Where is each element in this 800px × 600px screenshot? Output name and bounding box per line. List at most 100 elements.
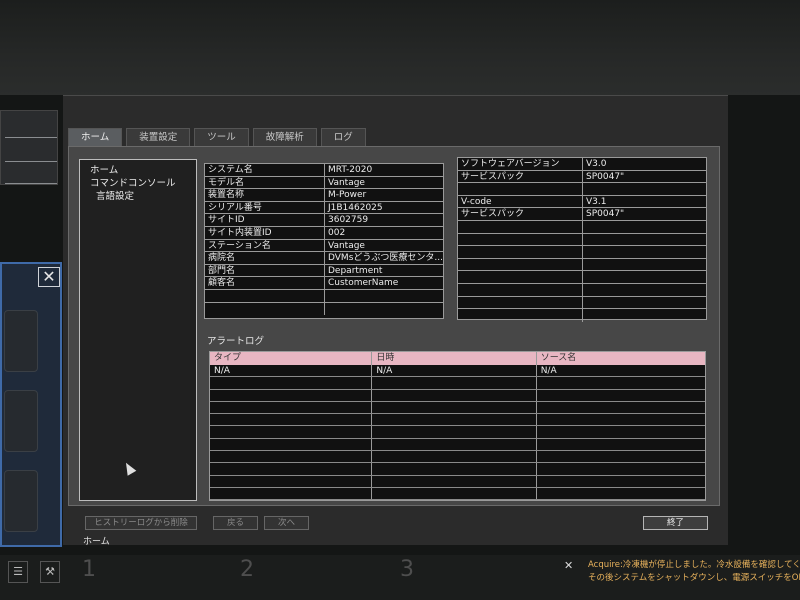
alarm-log-header: タイプ 日時 ソース名 [210, 352, 705, 365]
alarm-log-cell [372, 438, 537, 451]
alarm-log-cell [372, 389, 537, 401]
version-info-key [458, 220, 583, 233]
alarm-log-cell [537, 488, 705, 499]
version-info-row [458, 309, 706, 322]
version-info-key [458, 283, 583, 296]
version-info-value [583, 297, 706, 309]
system-info-key: 装置名称 [205, 189, 325, 201]
system-info-row [205, 289, 443, 303]
alarm-log-row[interactable] [210, 487, 705, 500]
back-button[interactable]: 戻る [213, 516, 258, 530]
alarm-log-cell [537, 439, 705, 450]
list-icon[interactable]: ☰ [8, 561, 28, 583]
close-icon[interactable]: ✕ [38, 267, 60, 287]
alarm-log-cell [210, 475, 373, 487]
system-info-row: 部門名 Department [205, 264, 443, 278]
delete-history-button[interactable]: ヒストリーログから削除 [85, 516, 197, 530]
alarm-log-cell [210, 377, 373, 389]
system-info-row: システム名 MRT-2020 [205, 164, 443, 177]
column-header-datetime[interactable]: 日時 [372, 352, 537, 365]
column-header-source[interactable]: ソース名 [537, 352, 705, 365]
version-info-row [458, 233, 706, 247]
alarm-log-row[interactable] [210, 377, 705, 390]
alarm-log-cell [372, 401, 537, 414]
alarm-log-cell [372, 451, 537, 463]
system-info-value: 002 [328, 227, 346, 238]
tab-tools[interactable]: ツール [194, 128, 249, 146]
step-3-label[interactable]: 3 [400, 557, 414, 582]
step-2-label[interactable]: 2 [240, 557, 254, 582]
next-button[interactable]: 次へ [264, 516, 309, 530]
nav-item-language[interactable]: 言語設定 [80, 190, 196, 203]
alarm-log-cell [210, 426, 373, 438]
tab-home[interactable]: ホーム [68, 128, 123, 146]
version-info-value: V3.0 [586, 159, 607, 169]
version-info-row [458, 283, 706, 297]
alarm-log-row[interactable] [210, 401, 705, 415]
system-info-value: M-Power [328, 190, 367, 201]
version-info-row: サービスパック SP0047" [458, 208, 706, 221]
system-info-key [205, 289, 325, 302]
version-info-value [583, 246, 706, 258]
version-info-key [458, 258, 583, 271]
version-info-row [458, 220, 706, 234]
background-window-edge [0, 110, 58, 185]
alarm-log-cell [372, 487, 537, 500]
system-info-row: 病院名 DVMsどうぶつ医療センタ... [205, 252, 443, 265]
version-info-value [583, 271, 706, 283]
thumbnail[interactable] [4, 470, 38, 532]
alarm-log-cell [372, 426, 537, 438]
thumbnail[interactable] [4, 390, 38, 452]
system-info-value: Vantage [328, 240, 365, 251]
alarm-log-cell [372, 377, 537, 389]
nav-list: ホーム コマンドコンソール 言語設定 [79, 159, 197, 501]
system-info-value [325, 303, 443, 316]
status-label: ホーム [83, 537, 110, 547]
version-info-key: サービスパック [458, 208, 583, 220]
system-info-value [325, 290, 443, 302]
notice-line: その後システムをシャットダウンし、電源スイッチをOFFにし [588, 573, 800, 583]
monitor-bezel [0, 0, 800, 95]
alarm-log-row[interactable] [210, 389, 705, 402]
system-notice: Acquire:冷凍機が停止しました。冷水設備を確認してく その後システムをシャ… [588, 559, 800, 585]
version-info-value: V3.1 [586, 196, 607, 207]
system-info-row: 装置名称 M-Power [205, 189, 443, 202]
version-info-value [583, 183, 706, 195]
tab-fault-analysis[interactable]: 故障解析 [252, 128, 317, 146]
close-icon[interactable]: ✕ [564, 559, 573, 572]
tab-device-settings[interactable]: 装置設定 [126, 128, 191, 146]
background-panel: ✕ [0, 262, 62, 547]
step-1-label[interactable]: 1 [82, 557, 96, 582]
thumbnail[interactable] [4, 310, 38, 372]
alarm-log-cell [537, 414, 705, 425]
system-info-row [205, 302, 443, 316]
version-info-key [458, 309, 583, 322]
nav-item-command-console[interactable]: コマンドコンソール [80, 177, 196, 190]
exit-button[interactable]: 終了 [643, 516, 708, 530]
tools-icon[interactable]: ⚒ [40, 561, 60, 583]
alarm-log-cell [372, 463, 537, 475]
system-info-table: システム名 MRT-2020 モデル名 Vantage 装置名称 M-Power シリアル番… [204, 163, 444, 319]
alarm-log-cell [537, 451, 705, 462]
alarm-log-row[interactable]: N/A N/A N/A [210, 365, 705, 378]
version-info-value [583, 234, 706, 246]
nav-item-home[interactable]: ホーム [80, 164, 196, 177]
alarm-log-cell [210, 438, 373, 451]
alarm-log-row[interactable] [210, 426, 705, 439]
alarm-log-row[interactable] [210, 451, 705, 464]
alarm-log-row[interactable] [210, 463, 705, 476]
version-info-value [583, 221, 706, 233]
alarm-log-cell [210, 463, 373, 475]
version-info-key [458, 233, 583, 246]
version-info-row: V-code V3.1 [458, 195, 706, 209]
alarm-log-row[interactable] [210, 438, 705, 452]
alarm-log-cell [210, 389, 373, 401]
tab-log[interactable]: ログ [320, 128, 366, 146]
system-info-row: サイトID 3602759 [205, 214, 443, 227]
version-info-row [458, 246, 706, 259]
alarm-log-row[interactable] [210, 414, 705, 427]
alarm-log-row[interactable] [210, 475, 705, 488]
column-header-type[interactable]: タイプ [210, 352, 373, 365]
tab-bar: ホーム 装置設定 ツール 故障解析 ログ [68, 128, 366, 146]
system-info-key: サイト内装置ID [205, 226, 325, 239]
